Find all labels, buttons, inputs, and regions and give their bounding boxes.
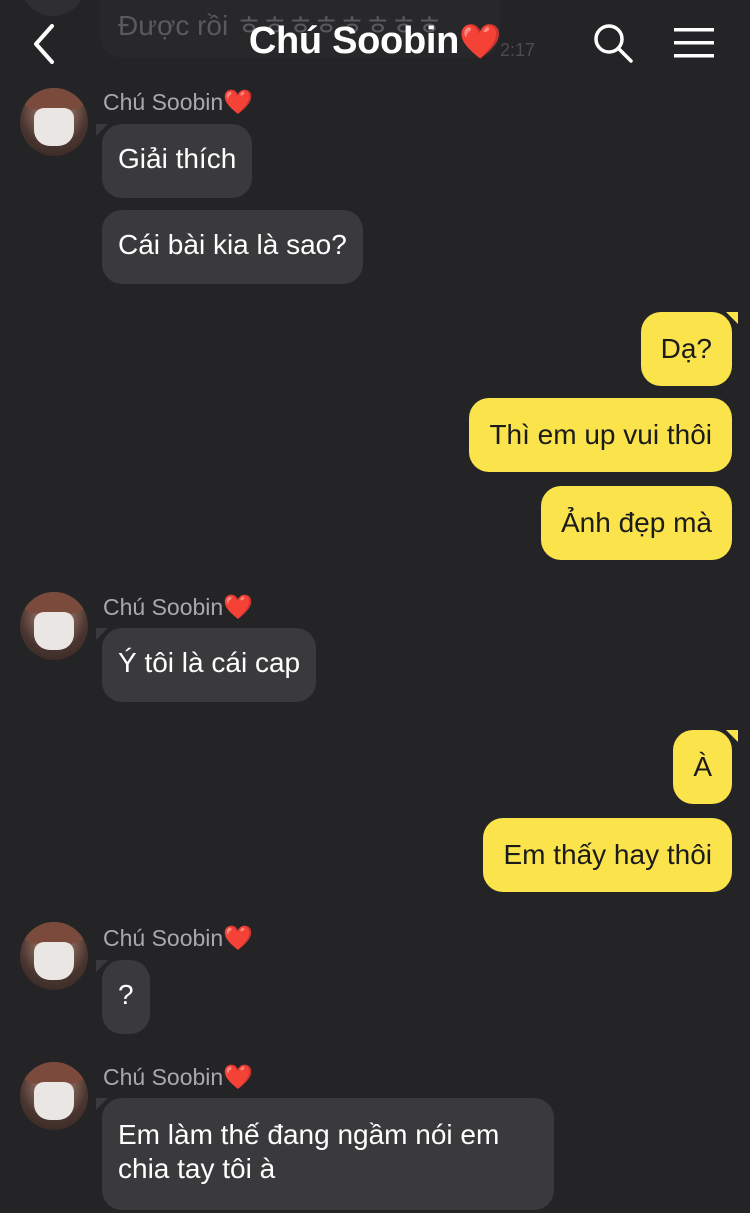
heart-icon: ❤️ bbox=[223, 594, 254, 621]
message-bubble-incoming[interactable]: ? bbox=[102, 960, 150, 1034]
search-icon bbox=[594, 24, 633, 63]
avatar[interactable] bbox=[20, 1062, 88, 1130]
hamburger-menu-icon bbox=[674, 28, 714, 58]
sender-name-text: Chú Soobin bbox=[103, 1064, 224, 1090]
message-bubble-outgoing[interactable]: Thì em up vui thôi bbox=[469, 398, 732, 472]
message-bubble-incoming[interactable]: Giải thích bbox=[102, 124, 253, 198]
message-bubble-outgoing[interactable]: À bbox=[673, 730, 732, 804]
heart-icon: ❤️ bbox=[223, 925, 254, 952]
message-bubble-outgoing[interactable]: Dạ? bbox=[640, 312, 732, 386]
search-button[interactable] bbox=[592, 22, 634, 64]
sender-name: Chú Soobin❤️ bbox=[103, 88, 253, 117]
menu-button[interactable] bbox=[672, 26, 716, 60]
chat-title-text: Chú Soobin bbox=[248, 20, 460, 62]
avatar[interactable] bbox=[20, 922, 88, 990]
heart-icon: ❤️ bbox=[459, 23, 502, 61]
heart-icon: ❤️ bbox=[223, 89, 254, 116]
message-bubble-incoming[interactable]: Cái bài kia là sao? bbox=[102, 210, 363, 284]
sender-name-text: Chú Soobin bbox=[103, 925, 224, 951]
chat-title: Chú Soobin❤️ bbox=[0, 20, 750, 63]
message-bubble-incoming[interactable]: Ý tôi là cái cap bbox=[102, 628, 317, 702]
chat-header: Chú Soobin❤️ bbox=[0, 0, 750, 86]
sender-name: Chú Soobin❤️ bbox=[103, 593, 253, 622]
avatar[interactable] bbox=[20, 592, 88, 660]
sender-name-text: Chú Soobin bbox=[103, 594, 224, 620]
sender-name: Chú Soobin❤️ bbox=[103, 1063, 253, 1092]
message-bubble-incoming[interactable]: Em làm thế đang ngầm nói em chia tay tôi… bbox=[102, 1098, 554, 1210]
sender-name: Chú Soobin❤️ bbox=[103, 924, 253, 953]
message-bubble-outgoing[interactable]: Em thấy hay thôi bbox=[483, 818, 732, 892]
message-bubble-outgoing[interactable]: Ảnh đẹp mà bbox=[541, 486, 732, 560]
sender-name-text: Chú Soobin bbox=[103, 89, 224, 115]
heart-icon: ❤️ bbox=[223, 1064, 254, 1091]
avatar[interactable] bbox=[20, 88, 88, 156]
